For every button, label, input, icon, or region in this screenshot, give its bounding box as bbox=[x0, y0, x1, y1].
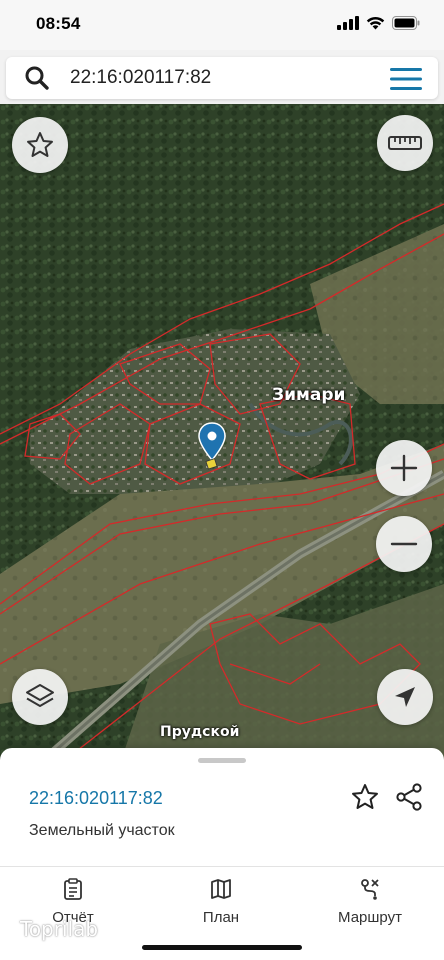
parcel-cadastral-number[interactable]: 22:16:020117:82 bbox=[29, 788, 163, 809]
minus-icon bbox=[390, 542, 418, 546]
search-icon[interactable] bbox=[24, 65, 50, 91]
tab-plan[interactable]: План bbox=[166, 877, 276, 926]
plus-icon bbox=[390, 454, 418, 482]
signal-icon bbox=[337, 16, 359, 30]
satellite-map[interactable]: Зимари Прудской bbox=[0, 104, 444, 764]
report-icon bbox=[64, 878, 82, 900]
share-icon[interactable] bbox=[394, 782, 424, 812]
watermark: Toprilab bbox=[20, 917, 99, 941]
tab-route-label: Маршрут bbox=[338, 909, 402, 926]
favorite-map-button[interactable] bbox=[12, 117, 68, 173]
status-icons bbox=[337, 16, 420, 30]
map-plan-icon bbox=[211, 879, 231, 899]
status-bar: 08:54 bbox=[0, 0, 444, 50]
bottom-tab-bar: Отчёт План Маршрут Toprilab bbox=[0, 866, 444, 960]
parcel-type: Земельный участок bbox=[29, 822, 175, 839]
layers-button[interactable] bbox=[12, 669, 68, 725]
search-input[interactable] bbox=[70, 66, 370, 90]
search-bar bbox=[6, 57, 438, 99]
navigation-arrow-icon bbox=[395, 687, 415, 707]
sheet-drag-handle[interactable] bbox=[198, 758, 246, 763]
hamburger-menu-icon[interactable] bbox=[390, 68, 422, 90]
location-pin-icon[interactable] bbox=[197, 422, 227, 470]
layers-icon bbox=[26, 684, 54, 707]
status-time: 08:54 bbox=[36, 14, 81, 33]
battery-icon bbox=[392, 16, 420, 30]
ruler-measure-button[interactable] bbox=[377, 115, 433, 171]
tab-route[interactable]: Маршрут bbox=[315, 877, 425, 926]
map-label-village-south: Прудской bbox=[160, 724, 240, 740]
zoom-out-button[interactable] bbox=[376, 516, 432, 572]
favorite-star-icon[interactable] bbox=[350, 782, 380, 812]
home-indicator[interactable] bbox=[142, 945, 302, 950]
zoom-in-button[interactable] bbox=[376, 440, 432, 496]
tab-plan-label: План bbox=[202, 909, 240, 926]
app-screen: 08:54 22:16:020117:82 Зимари Прудской 22… bbox=[0, 0, 444, 960]
ruler-icon bbox=[388, 136, 422, 150]
map-label-village: Зимари bbox=[272, 385, 346, 405]
star-outline-icon bbox=[27, 132, 53, 157]
route-icon bbox=[361, 879, 379, 900]
parcel-info-sheet[interactable]: 22:16:020117:82 Земельный участок bbox=[0, 748, 444, 868]
my-location-button[interactable] bbox=[377, 669, 433, 725]
wifi-icon bbox=[366, 16, 385, 30]
